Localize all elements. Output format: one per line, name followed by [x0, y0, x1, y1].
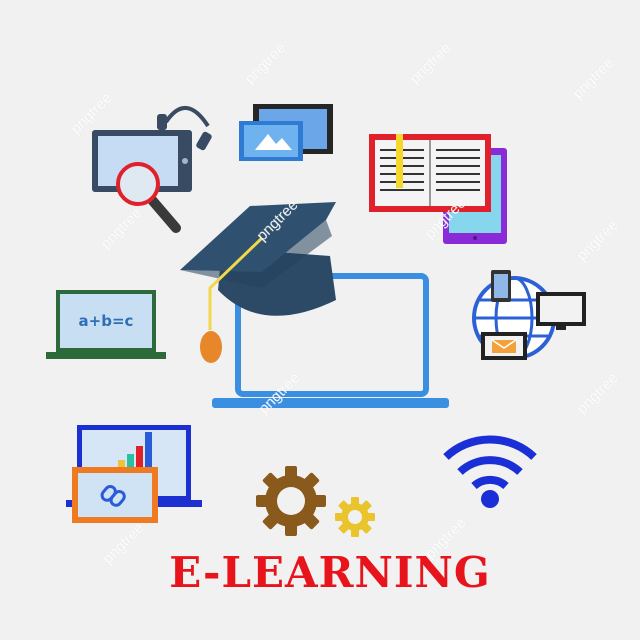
picture-devices-icon [239, 104, 333, 161]
page-title: E-LEARNING [169, 548, 491, 597]
globe-network-icon [472, 270, 586, 360]
tablet-search-icon [92, 130, 192, 233]
formula-text: a+b=c [78, 312, 134, 330]
wifi-icon [443, 435, 537, 508]
graduation-cap-icon [180, 202, 336, 363]
link-icon [72, 467, 158, 523]
gear-icon [256, 466, 375, 537]
open-book-icon [369, 134, 491, 212]
